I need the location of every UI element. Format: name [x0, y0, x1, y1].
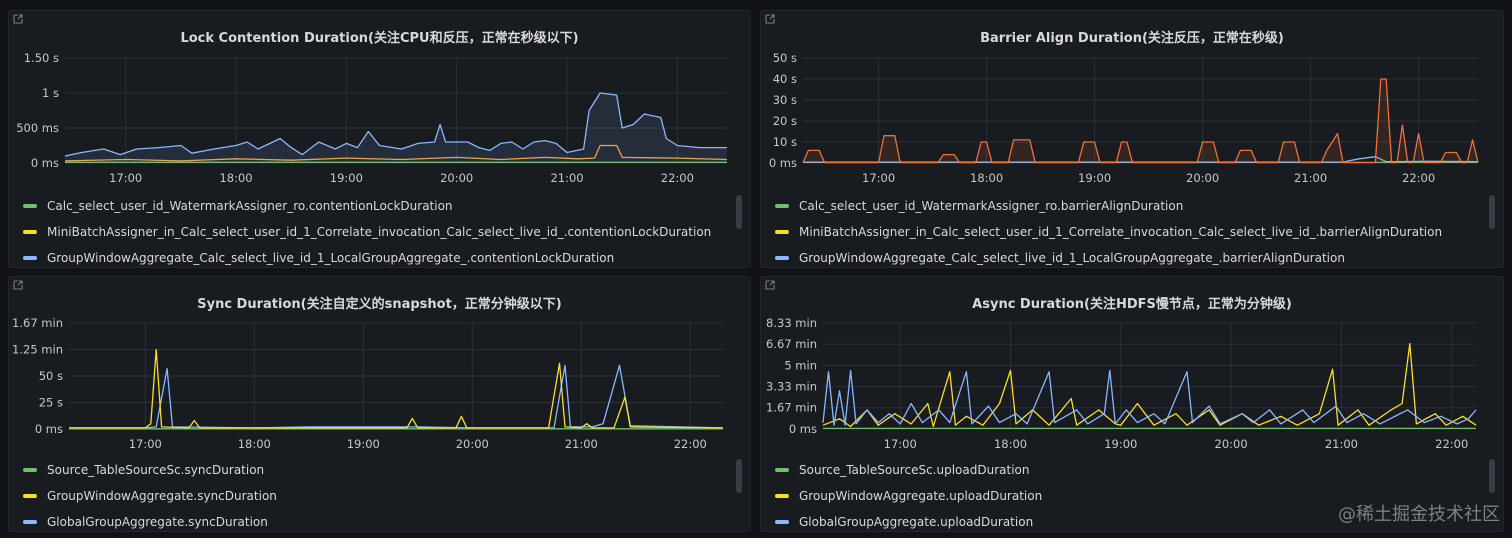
- legend: Source_TableSourceSc.syncDuration GroupW…: [23, 457, 726, 531]
- series-line: [69, 348, 724, 429]
- legend-swatch: [775, 520, 789, 524]
- legend-item[interactable]: Source_TableSourceSc.uploadDuration: [775, 457, 1479, 483]
- y-tick-label: 8.33 min: [766, 316, 817, 330]
- y-tick-label: 40 s: [773, 72, 797, 86]
- y-tick-label: 0 ms: [35, 422, 63, 436]
- y-tick-label: 1.50 s: [24, 51, 59, 65]
- x-tick-label: 21:00: [1294, 171, 1327, 185]
- legend-label: GlobalGroupAggregate.uploadDuration: [799, 515, 1034, 529]
- legend-swatch: [775, 468, 789, 472]
- panel-lock-contention: Lock Contention Duration(关注CPU和反压，正常在秒级以…: [8, 10, 751, 268]
- legend-swatch: [23, 204, 37, 208]
- panel-barrier-align: Barrier Align Duration(关注反压，正常在秒级) 0 ms 1…: [760, 10, 1504, 268]
- legend-item[interactable]: Calc_select_user_id_WatermarkAssigner_ro…: [775, 193, 1479, 219]
- legend-label: GroupWindowAggregate.uploadDuration: [799, 489, 1043, 503]
- chart-sync-duration: 0 ms 25 s 50 s 1.25 min 1.67 min 17:00 18:00 19…: [12, 316, 724, 451]
- x-tick-label: 19:00: [330, 171, 363, 185]
- x-tick-label: 18:00: [994, 437, 1027, 451]
- legend-item[interactable]: Calc_select_user_id_WatermarkAssigner_ro…: [23, 193, 726, 219]
- chart-lock-contention: 0 ms 500 ms 1 s 1.50 s 17:00 18:00 19:00 20:00 2…: [16, 51, 728, 185]
- x-tick-label: 21:00: [565, 437, 598, 451]
- chart-async-duration: 0 ms 1.67 min 3.33 min 5 min 6.67 min 8.33 mi…: [766, 316, 1477, 451]
- x-tick-label: 17:00: [884, 437, 917, 451]
- legend-label: Calc_select_user_id_WatermarkAssigner_ro…: [47, 199, 453, 213]
- legend-scrollbar[interactable]: [1489, 195, 1495, 229]
- legend-label: Source_TableSourceSc.uploadDuration: [799, 463, 1030, 477]
- legend-label: Source_TableSourceSc.syncDuration: [47, 463, 265, 477]
- y-tick-label: 5 min: [784, 358, 817, 372]
- y-tick-label: 0 ms: [789, 422, 817, 436]
- legend-swatch: [23, 520, 37, 524]
- y-tick-label: 1.25 min: [12, 343, 63, 357]
- legend: Calc_select_user_id_WatermarkAssigner_ro…: [23, 193, 726, 267]
- legend-item[interactable]: MiniBatchAssigner_in_Calc_select_user_id…: [775, 219, 1479, 245]
- legend-swatch: [775, 204, 789, 208]
- y-tick-label: 3.33 min: [766, 380, 817, 394]
- legend-swatch: [23, 494, 37, 498]
- x-tick-label: 20:00: [1186, 171, 1219, 185]
- x-tick-label: 20:00: [440, 171, 473, 185]
- x-tick-label: 17:00: [109, 171, 142, 185]
- x-tick-label: 21:00: [1325, 437, 1358, 451]
- y-tick-label: 1.67 min: [12, 316, 63, 330]
- watermark: @稀土掘金技术社区: [1338, 504, 1500, 525]
- x-tick-label: 20:00: [1215, 437, 1248, 451]
- legend: Calc_select_user_id_WatermarkAssigner_ro…: [775, 193, 1479, 267]
- legend-scrollbar[interactable]: [736, 195, 742, 229]
- x-tick-label: 18:00: [238, 437, 271, 451]
- y-tick-label: 20 s: [773, 114, 797, 128]
- legend-label: GlobalGroupAggregate.syncDuration: [47, 515, 268, 529]
- x-tick-label: 19:00: [347, 437, 380, 451]
- y-tick-label: 500 ms: [16, 121, 59, 135]
- legend-label: GroupWindowAggregate_Calc_select_live_id…: [799, 251, 1345, 265]
- legend-swatch: [23, 230, 37, 234]
- x-tick-label: 21:00: [550, 171, 583, 185]
- y-tick-label: 10 s: [773, 135, 797, 149]
- x-tick-label: 22:00: [1402, 171, 1435, 185]
- y-tick-label: 50 s: [39, 369, 63, 383]
- panel-async-duration: Async Duration(关注HDFS慢节点，正常为分钟级) 0 ms 1.6…: [760, 276, 1504, 532]
- y-tick-label: 25 s: [39, 396, 63, 410]
- legend-item[interactable]: Source_TableSourceSc.syncDuration: [23, 457, 726, 483]
- panel-sync-duration: Sync Duration(关注自定义的snapshot，正常分钟级以下) 0 …: [8, 276, 751, 532]
- y-tick-label: 30 s: [773, 93, 797, 107]
- legend-label: Calc_select_user_id_WatermarkAssigner_ro…: [799, 199, 1184, 213]
- legend-item[interactable]: GroupWindowAggregate.syncDuration: [23, 483, 726, 509]
- x-tick-label: 20:00: [456, 437, 489, 451]
- legend-scrollbar[interactable]: [1489, 459, 1495, 493]
- legend-item[interactable]: GroupWindowAggregate_Calc_select_live_id…: [23, 245, 726, 267]
- legend-label: MiniBatchAssigner_in_Calc_select_user_id…: [799, 225, 1443, 239]
- series-line: [822, 369, 1477, 426]
- legend-swatch: [775, 230, 789, 234]
- legend-label: GroupWindowAggregate_Calc_select_live_id…: [47, 251, 615, 265]
- legend-swatch: [775, 256, 789, 260]
- y-tick-label: 0 ms: [769, 156, 797, 170]
- chart-barrier-align: 0 ms 10 s 20 s 30 s 40 s 50 s 17:00 18:00 19:00 2…: [769, 51, 1479, 185]
- legend-item[interactable]: MiniBatchAssigner_in_Calc_select_user_id…: [23, 219, 726, 245]
- legend-swatch: [23, 256, 37, 260]
- legend-item[interactable]: GlobalGroupAggregate.syncDuration: [23, 509, 726, 531]
- y-tick-label: 6.67 min: [766, 337, 817, 351]
- x-tick-label: 22:00: [674, 437, 707, 451]
- legend-label: MiniBatchAssigner_in_Calc_select_user_id…: [47, 225, 712, 239]
- legend-scrollbar[interactable]: [736, 459, 742, 493]
- x-tick-label: 19:00: [1104, 437, 1137, 451]
- series-line: [822, 343, 1477, 428]
- y-tick-label: 0 ms: [31, 156, 59, 170]
- legend-swatch: [775, 494, 789, 498]
- x-tick-label: 17:00: [129, 437, 162, 451]
- legend-label: GroupWindowAggregate.syncDuration: [47, 489, 277, 503]
- x-tick-label: 22:00: [1435, 437, 1468, 451]
- x-tick-label: 19:00: [1078, 171, 1111, 185]
- y-tick-label: 1.67 min: [766, 401, 817, 415]
- x-tick-label: 18:00: [970, 171, 1003, 185]
- y-tick-label: 50 s: [773, 51, 797, 65]
- y-tick-label: 1 s: [42, 86, 59, 100]
- x-tick-label: 17:00: [862, 171, 895, 185]
- legend-swatch: [23, 468, 37, 472]
- x-tick-label: 18:00: [219, 171, 252, 185]
- x-tick-label: 22:00: [661, 171, 694, 185]
- legend-item[interactable]: GroupWindowAggregate_Calc_select_live_id…: [775, 245, 1479, 267]
